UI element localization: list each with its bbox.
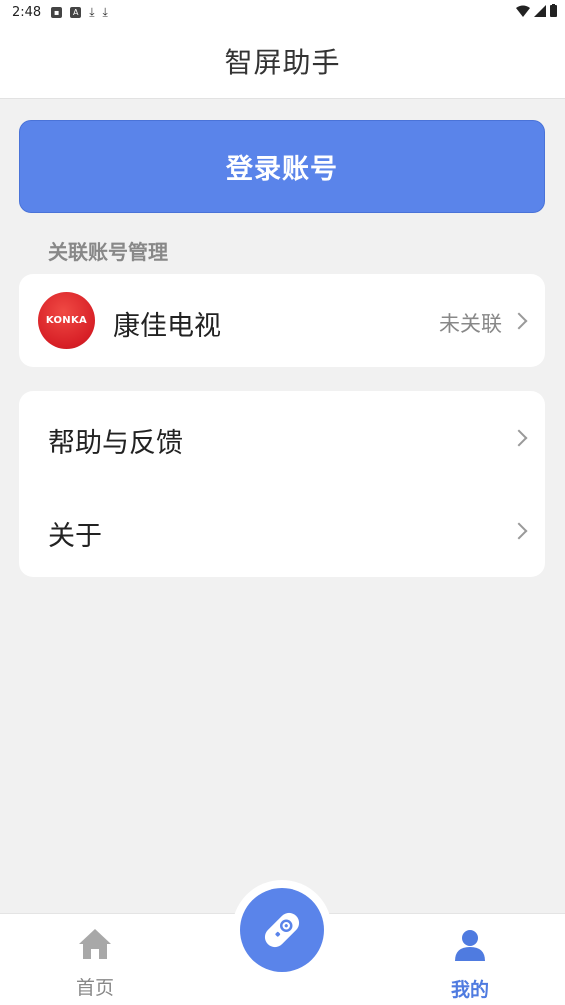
remote-control-button[interactable] (240, 888, 324, 972)
status-bar: 2:48 ▪ A ⤓ ⤓ (0, 0, 565, 24)
menu-item-help-feedback[interactable]: 帮助与反馈 (19, 391, 545, 484)
signal-icon (534, 4, 546, 17)
tab-home-label: 首页 (75, 977, 114, 999)
menu-item-about[interactable]: 关于 (19, 484, 545, 577)
notification-icons: ▪ A ⤓ ⤓ (51, 5, 108, 20)
user-icon (455, 930, 485, 961)
chevron-right-icon (510, 429, 528, 447)
app-notification-icon: A (70, 6, 82, 18)
wifi-icon (516, 5, 530, 17)
link-status-label: 未关联 (439, 312, 502, 336)
tab-mine[interactable]: 我的 (430, 925, 510, 1001)
konka-logo-text: KONKA (45, 315, 88, 326)
remote-control-icon (264, 912, 300, 948)
app-header: 智屏助手 (0, 24, 565, 99)
login-button[interactable]: 登录账号 (19, 120, 545, 213)
download-icon: ⤓ (89, 4, 95, 19)
menu-item-label: 帮助与反馈 (48, 428, 183, 459)
chevron-right-icon (510, 312, 528, 330)
tab-home[interactable]: 首页 (55, 925, 135, 1000)
system-status-icons (516, 4, 557, 17)
download-icon: ⤓ (102, 4, 108, 19)
status-time: 2:48 (12, 4, 42, 20)
menu-item-label: 关于 (48, 521, 102, 552)
linked-accounts-section-label: 关联账号管理 (48, 240, 168, 264)
settings-menu-card: 帮助与反馈 关于 (19, 391, 545, 577)
image-notification-icon: ▪ (51, 6, 63, 18)
page-title: 智屏助手 (224, 46, 341, 79)
tab-mine-label: 我的 (450, 979, 489, 1001)
home-icon (79, 929, 111, 959)
konka-logo: KONKA (38, 292, 95, 349)
linked-account-konka[interactable]: KONKA 康佳电视 未关联 (19, 274, 545, 367)
linked-account-name: 康佳电视 (113, 311, 221, 342)
battery-icon (550, 4, 557, 17)
chevron-right-icon (510, 522, 528, 540)
